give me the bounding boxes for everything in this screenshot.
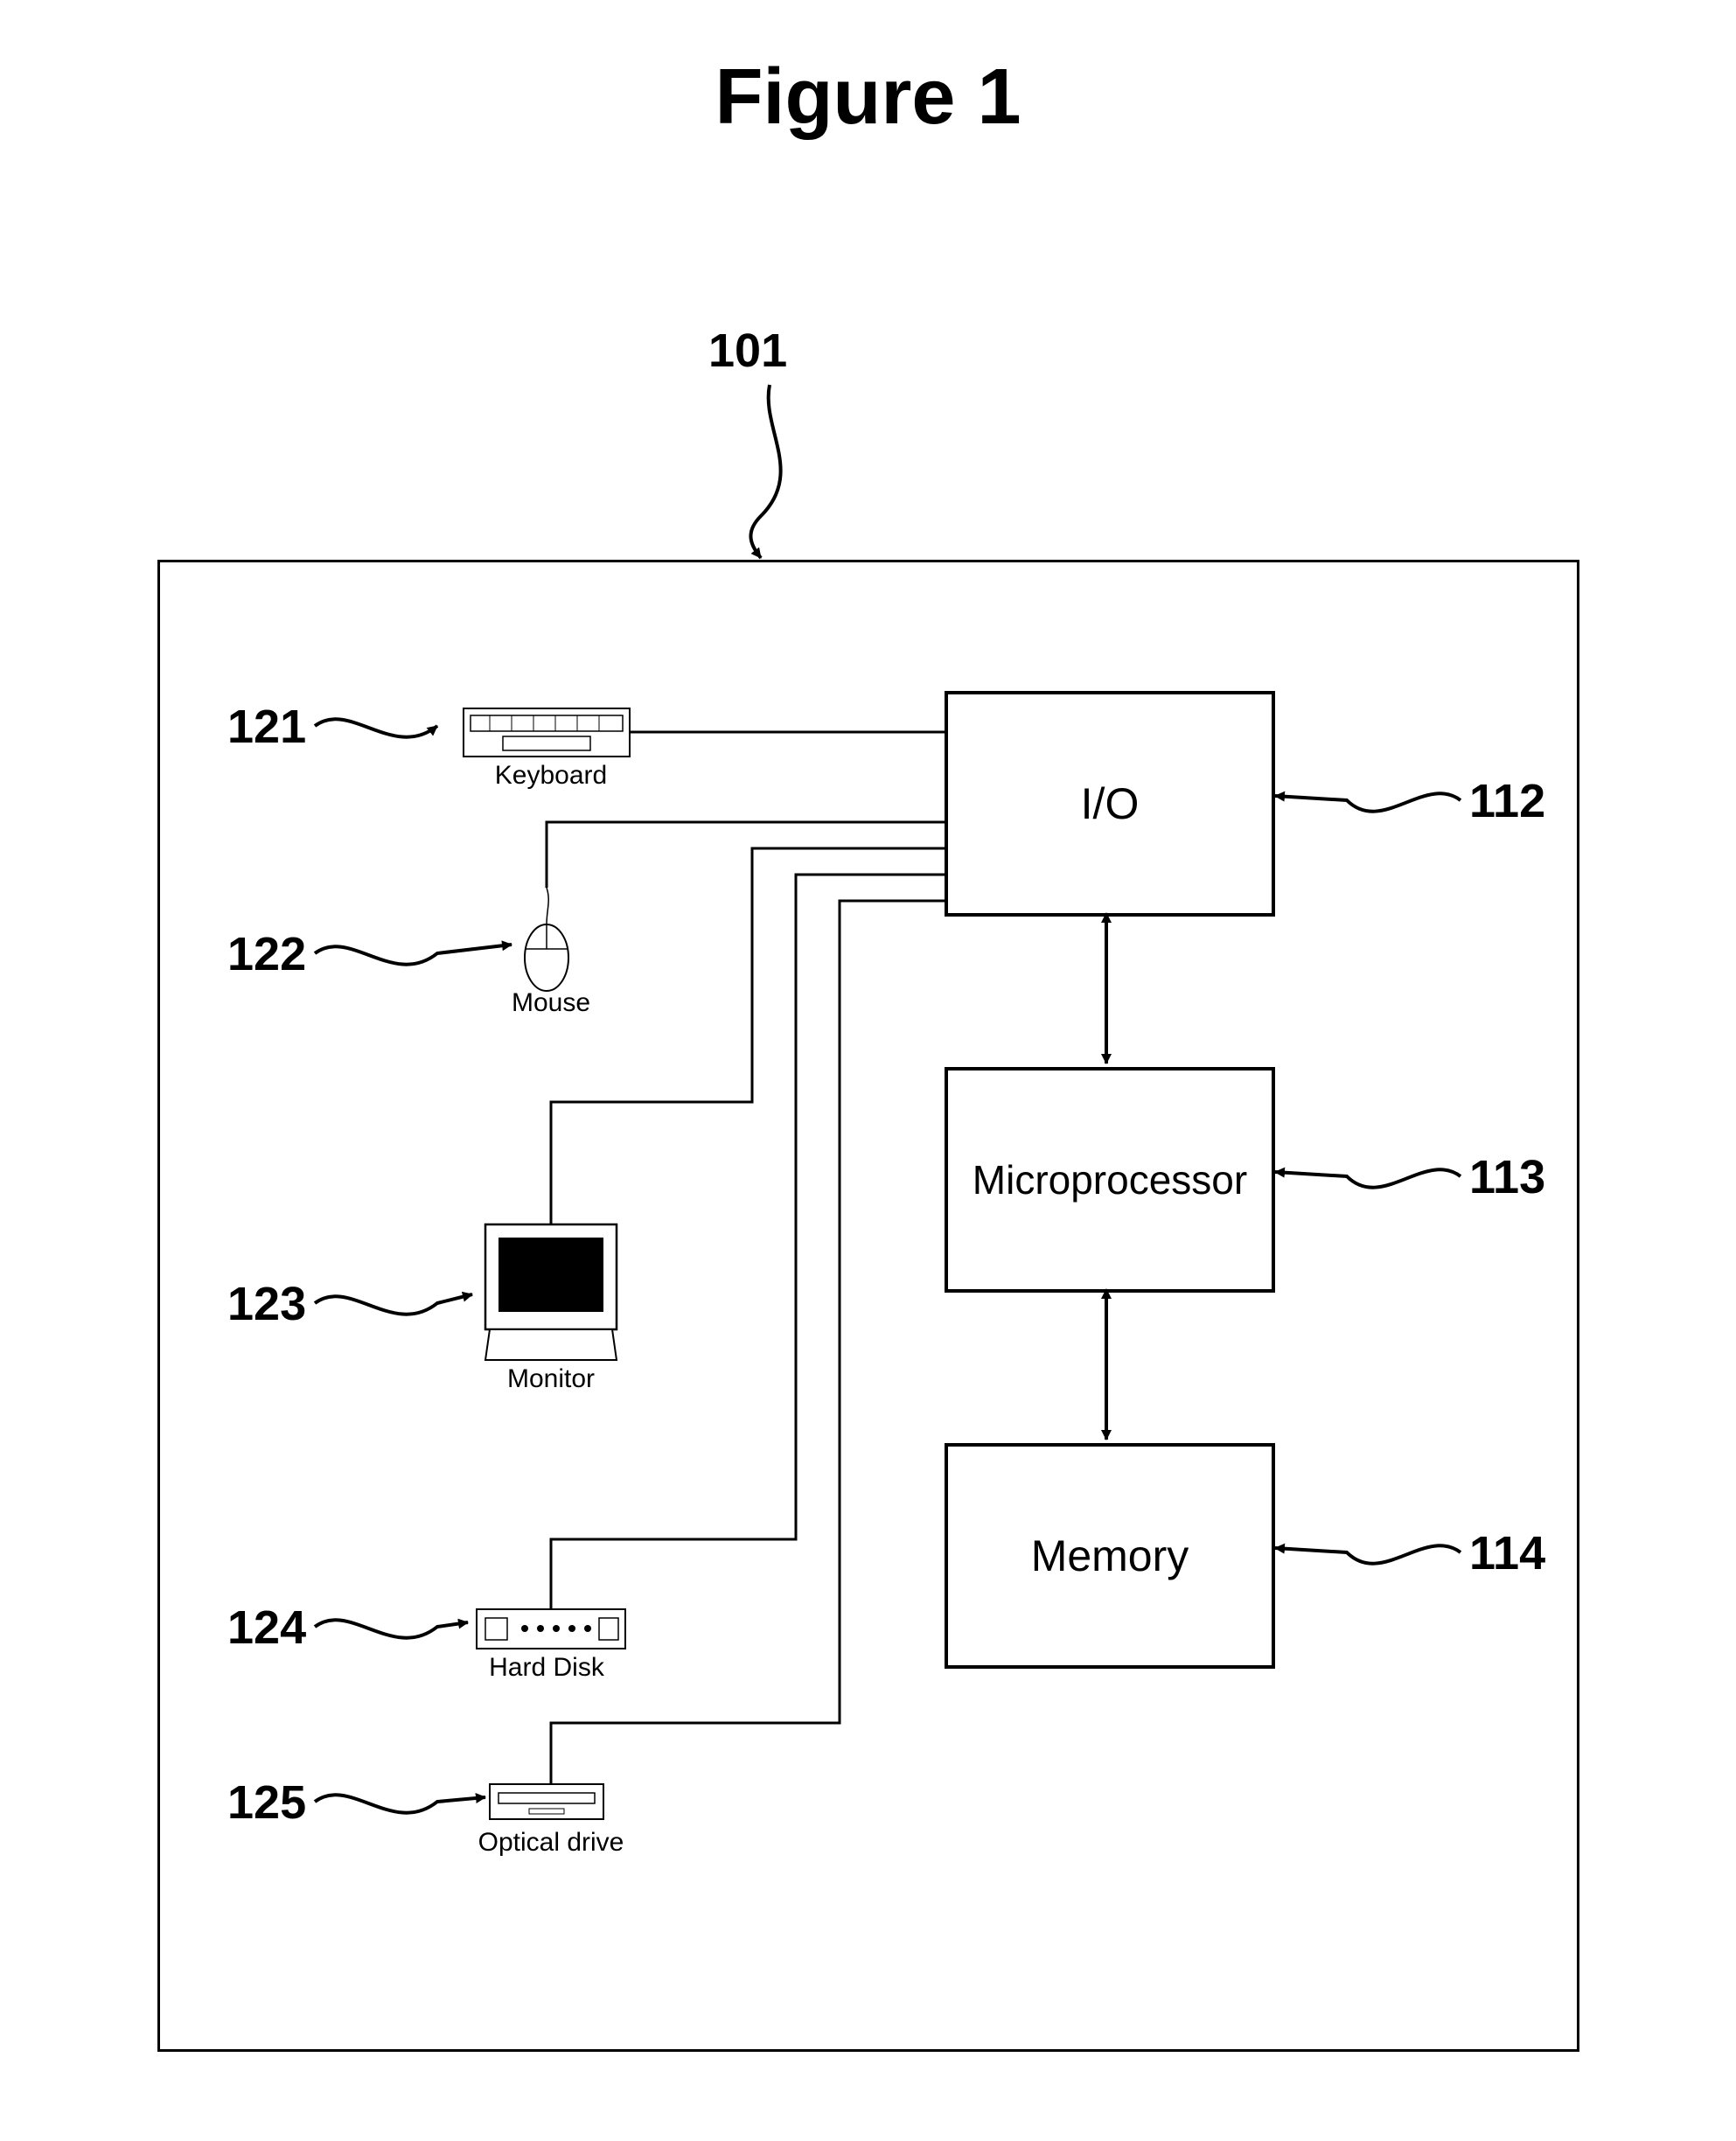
lead-112 xyxy=(1275,793,1461,811)
mouse-icon xyxy=(525,888,568,991)
optical-icon xyxy=(490,1784,603,1819)
lead-101 xyxy=(750,385,780,558)
figure-page: Figure 1 101 I/O Microprocessor Memory K… xyxy=(0,0,1736,2141)
lead-123 xyxy=(315,1294,472,1315)
lead-122 xyxy=(315,945,512,965)
lead-121 xyxy=(315,719,437,736)
lead-113 xyxy=(1275,1169,1461,1187)
lead-124 xyxy=(315,1620,468,1637)
wire-mouse xyxy=(547,822,945,888)
wire-monitor xyxy=(551,848,945,1224)
monitor-icon xyxy=(485,1224,617,1360)
lead-125 xyxy=(315,1795,485,1812)
lead-114 xyxy=(1275,1545,1461,1563)
keyboard-icon xyxy=(464,708,630,757)
diagram-svg xyxy=(0,0,1736,2141)
harddisk-icon xyxy=(477,1609,625,1649)
